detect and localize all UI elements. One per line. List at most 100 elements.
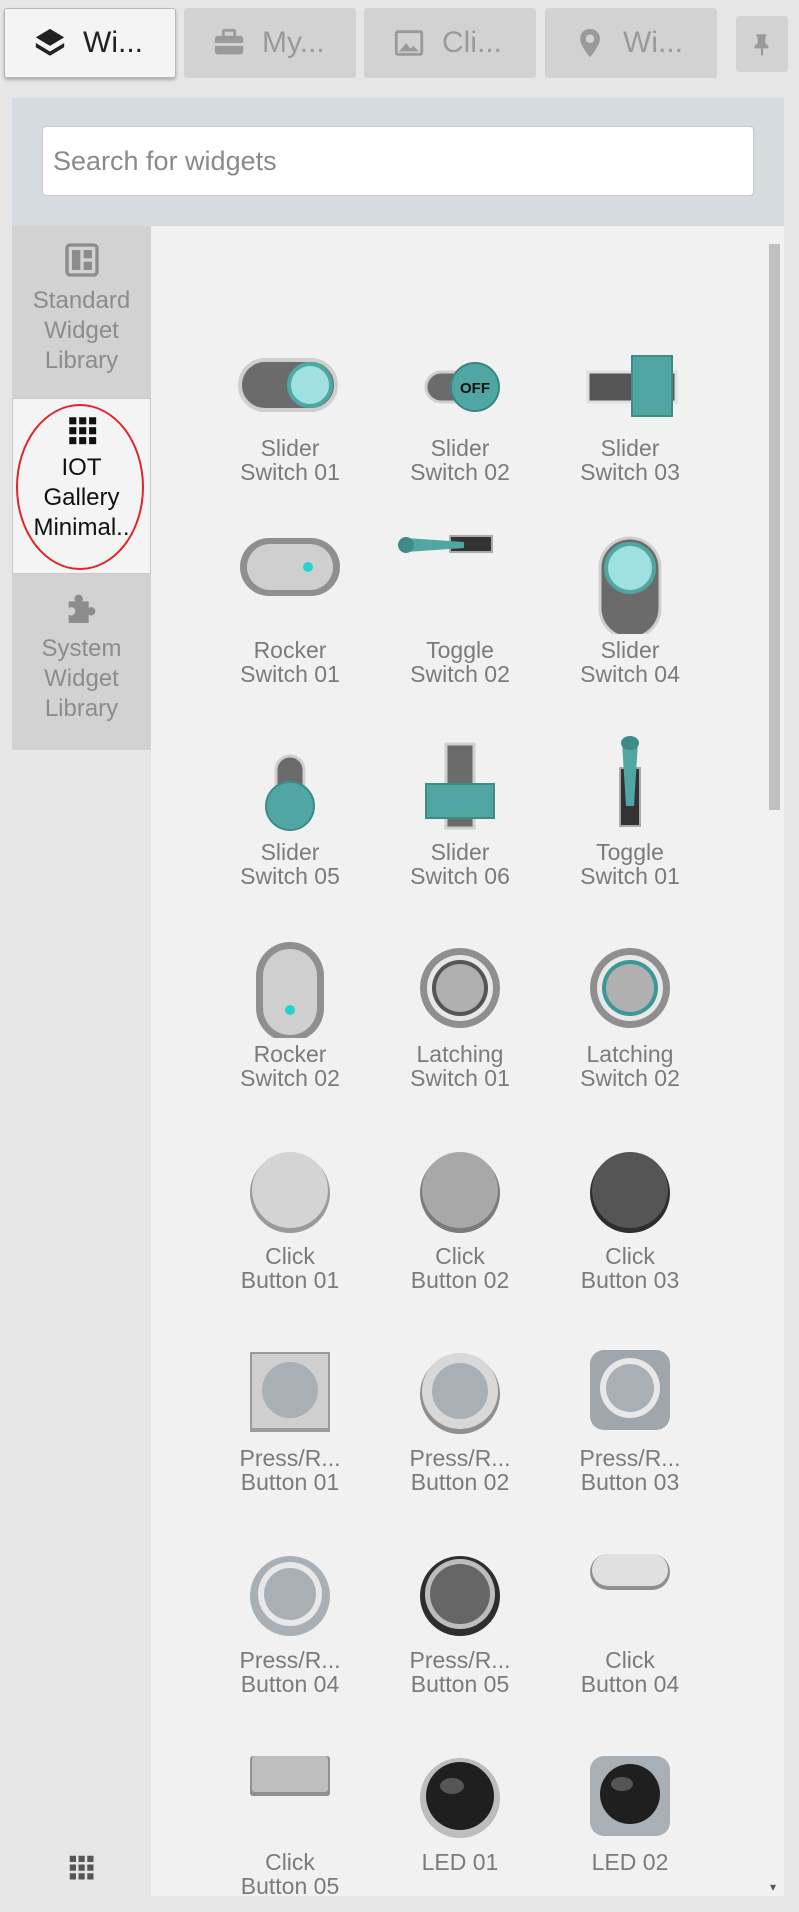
widget-click-button-03[interactable]: Click Button 03 — [550, 1130, 710, 1292]
nav-item-iot-gallery-minimal[interactable]: IOT Gallery Minimal.. — [12, 398, 151, 574]
widget-slider-switch-03[interactable]: Slider Switch 03 — [550, 322, 710, 484]
widget-click-button-02[interactable]: Click Button 02 — [380, 1130, 540, 1292]
widget-press-release-button-05[interactable]: Press/R... Button 05 — [380, 1534, 540, 1696]
widget-gallery: Slider Switch 01 OFF Slider Switch 02 Sl… — [151, 226, 784, 1896]
slider-switch-06-icon — [425, 742, 495, 830]
puzzle-icon — [68, 594, 95, 623]
image-icon — [394, 30, 424, 56]
toggle-switch-02-icon — [398, 535, 493, 553]
widget-latching-switch-02[interactable]: Latching Switch 02 — [550, 928, 710, 1090]
layers-icon — [35, 28, 65, 56]
toggle-switch-01-icon — [619, 736, 641, 827]
widget-press-release-button-03[interactable]: Press/R... Button 03 — [550, 1332, 710, 1494]
slider-switch-02-icon: OFF — [424, 362, 500, 412]
widget-label: Slider Switch 03 — [580, 435, 680, 485]
apps-grid-icon — [69, 1855, 94, 1880]
widget-label: Click Button 03 — [580, 1243, 680, 1293]
widget-press-release-button-01[interactable]: Press/R... Button 01 — [210, 1332, 370, 1494]
widget-slider-switch-01[interactable]: Slider Switch 01 — [210, 322, 370, 484]
nav-item-label: Standard Widget Library — [32, 287, 131, 374]
map-pin-icon — [580, 28, 600, 58]
click-button-01-icon — [250, 1152, 330, 1233]
widget-label: Slider Switch 02 — [410, 435, 510, 485]
widget-label: Slider Switch 06 — [410, 839, 510, 889]
widget-label: Slider Switch 05 — [240, 839, 340, 889]
widget-click-button-04[interactable]: Click Button 04 — [550, 1534, 710, 1696]
click-button-03-icon — [590, 1152, 670, 1233]
slider-switch-04-icon — [598, 536, 662, 640]
tab-map-widgets[interactable]: Wi... — [545, 8, 717, 78]
tab-label: My... — [262, 26, 325, 59]
widget-slider-switch-06[interactable]: Slider Switch 06 — [380, 726, 540, 888]
widget-toggle-switch-02[interactable]: Toggle Switch 02 — [380, 524, 540, 686]
nav-bottom-grid-button[interactable] — [66, 1852, 96, 1887]
widget-label: Toggle Switch 02 — [410, 637, 510, 687]
widget-label: Click Button 04 — [580, 1647, 680, 1697]
slider-switch-05-icon — [265, 754, 315, 831]
press-release-button-04-icon — [250, 1556, 330, 1636]
nav-item-label: IOT Gallery Minimal.. — [33, 454, 130, 541]
category-nav: Standard Widget Library IOT Gallery Mini… — [12, 226, 151, 1896]
nav-item-system-widget-library[interactable]: System Widget Library — [12, 574, 151, 750]
widget-slider-switch-04[interactable]: Slider Switch 04 — [550, 524, 710, 686]
widget-label: LED 01 — [421, 1849, 499, 1875]
widget-press-release-button-04[interactable]: Press/R... Button 04 — [210, 1534, 370, 1696]
widget-label: Latching Switch 02 — [580, 1041, 680, 1091]
widget-label: Press/R... Button 01 — [239, 1445, 341, 1495]
widget-label: Click Button 01 — [240, 1243, 340, 1293]
tab-clipart[interactable]: Cli... — [364, 8, 536, 78]
widget-latching-switch-01[interactable]: Latching Switch 01 — [380, 928, 540, 1090]
widget-label: LED 02 — [591, 1849, 669, 1875]
widget-label: Press/R... Button 03 — [579, 1445, 681, 1495]
widget-label: Click Button 02 — [410, 1243, 510, 1293]
widget-label: Latching Switch 01 — [410, 1041, 510, 1091]
tab-my[interactable]: My... — [184, 8, 356, 78]
widget-label: Rocker Switch 02 — [240, 1041, 340, 1091]
widget-toggle-switch-01[interactable]: Toggle Switch 01 — [550, 726, 710, 888]
widget-slider-switch-02[interactable]: OFF Slider Switch 02 — [380, 322, 540, 484]
widget-click-button-01[interactable]: Click Button 01 — [210, 1130, 370, 1292]
scroll-down-arrow[interactable]: ▾ — [770, 1880, 776, 1894]
led-01-icon — [420, 1758, 500, 1838]
tab-widgets[interactable]: Wi... — [4, 8, 176, 78]
scrollbar-thumb[interactable] — [769, 244, 780, 810]
widget-label: Slider Switch 01 — [240, 435, 340, 485]
widget-click-button-05[interactable]: Click Button 05 — [210, 1736, 370, 1896]
tab-label: Wi... — [83, 26, 143, 59]
dashboard-icon — [64, 243, 99, 277]
slider-switch-03-icon — [586, 355, 678, 417]
widget-led-01[interactable]: LED 01 — [380, 1736, 540, 1874]
nav-item-label: System Widget Library — [41, 635, 122, 722]
widget-label: Rocker Switch 01 — [240, 637, 340, 687]
press-release-button-02-icon — [420, 1353, 500, 1434]
widget-badge: OFF — [460, 380, 490, 397]
widget-led-02[interactable]: LED 02 — [550, 1736, 710, 1874]
widget-label: Press/R... Button 02 — [409, 1445, 511, 1495]
widget-label: Press/R... Button 05 — [409, 1647, 511, 1697]
press-release-button-03-icon — [590, 1350, 670, 1430]
rocker-switch-02-icon — [256, 942, 324, 1042]
pin-button[interactable] — [736, 16, 788, 72]
led-02-icon — [590, 1756, 670, 1836]
rocker-switch-01-icon — [240, 538, 340, 596]
widget-rocker-switch-01[interactable]: Rocker Switch 01 — [210, 524, 370, 686]
pin-icon — [754, 34, 769, 56]
tab-label: Cli... — [442, 26, 502, 59]
widget-label: Slider Switch 04 — [580, 637, 680, 687]
press-release-button-05-icon — [420, 1556, 500, 1636]
nav-item-standard-widget-library[interactable]: Standard Widget Library — [12, 226, 151, 398]
tab-label: Wi... — [623, 26, 683, 59]
search-input[interactable] — [42, 126, 754, 196]
widget-label: Toggle Switch 01 — [580, 839, 680, 889]
widget-rocker-switch-02[interactable]: Rocker Switch 02 — [210, 928, 370, 1090]
click-button-02-icon — [420, 1152, 500, 1233]
press-release-button-01-icon — [250, 1352, 330, 1432]
widget-press-release-button-02[interactable]: Press/R... Button 02 — [380, 1332, 540, 1494]
briefcase-icon — [214, 28, 244, 55]
click-button-04-icon — [590, 1554, 670, 1590]
latching-switch-01-icon — [420, 948, 500, 1028]
apps-grid-icon — [68, 417, 96, 445]
widget-label: Click Button 05 — [240, 1849, 340, 1896]
widget-slider-switch-05[interactable]: Slider Switch 05 — [210, 726, 370, 888]
slider-switch-01-icon — [238, 358, 338, 412]
